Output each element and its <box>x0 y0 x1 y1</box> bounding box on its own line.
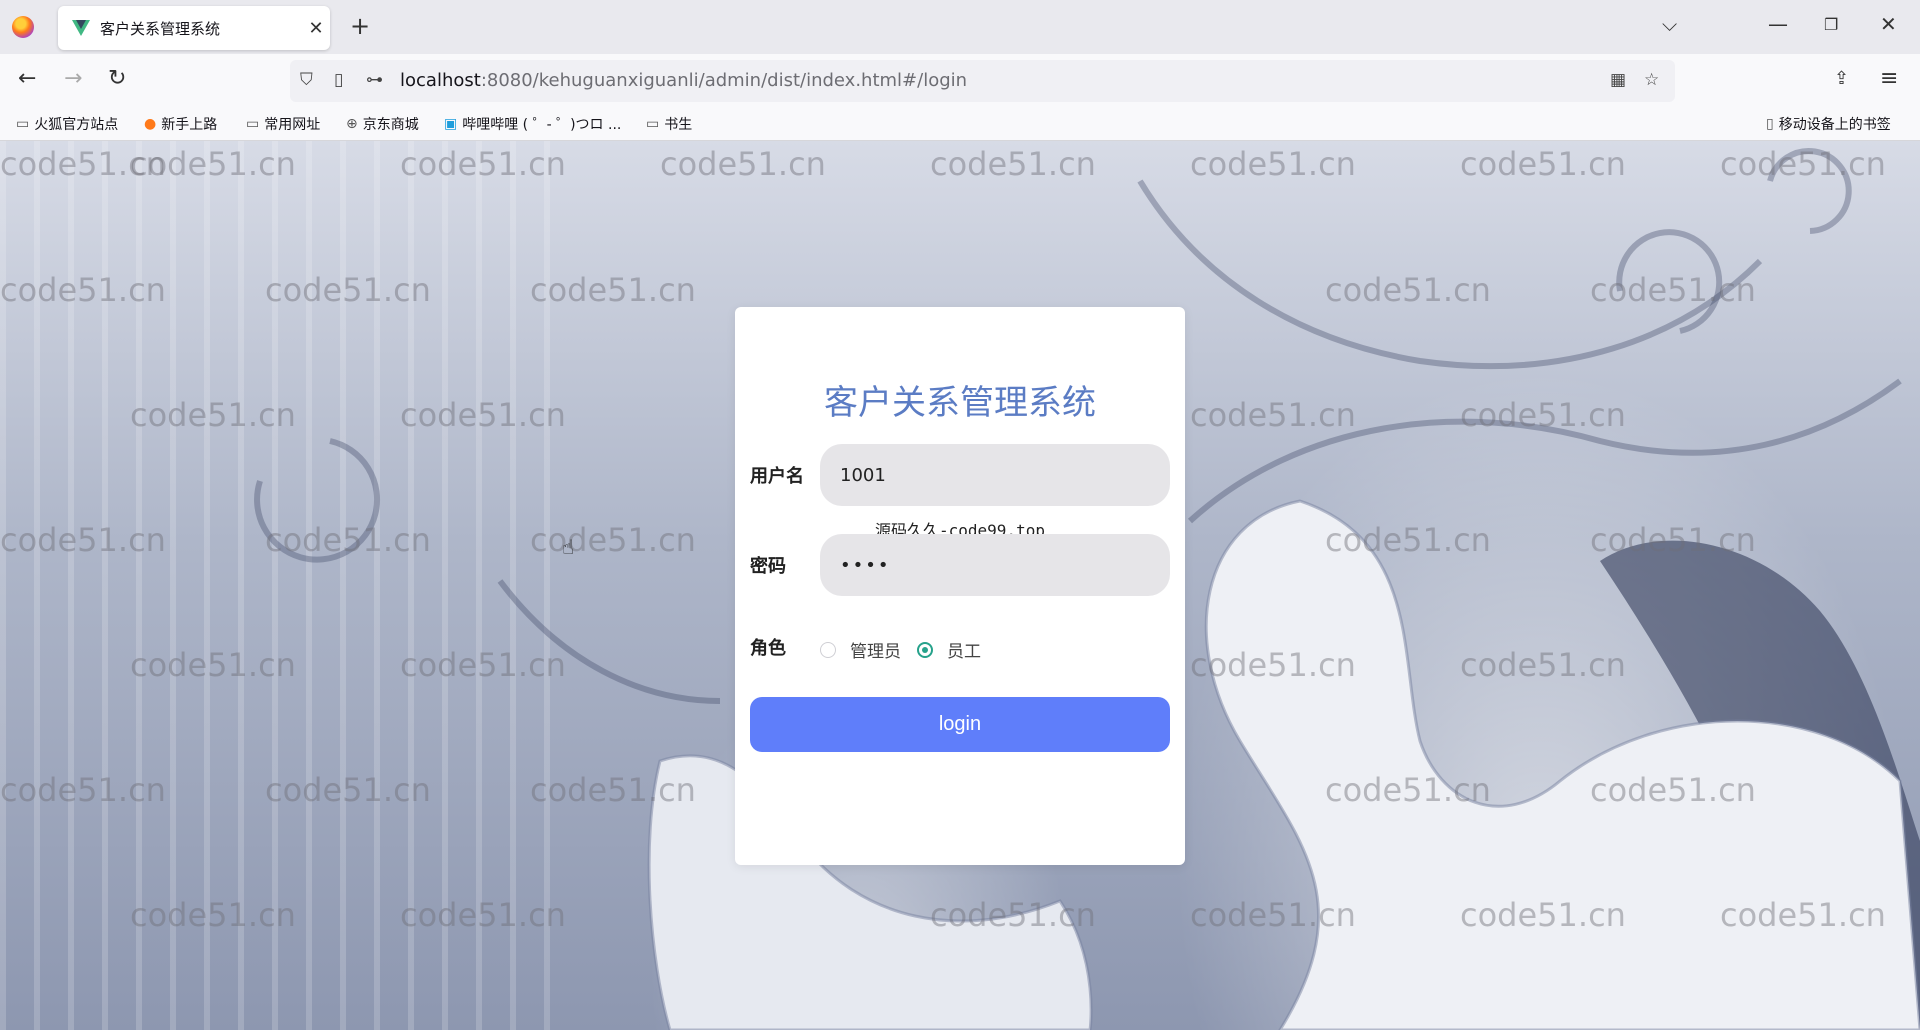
browser-tab[interactable]: 客户关系管理系统 ✕ <box>58 6 330 50</box>
back-icon[interactable]: ← <box>18 66 36 91</box>
tab-close-icon[interactable]: ✕ <box>302 18 330 39</box>
page-title: 客户关系管理系统 <box>824 383 1096 423</box>
role-label: 角色 <box>750 638 786 659</box>
key-icon[interactable]: ⊶ <box>366 70 383 90</box>
folder-icon: ▭ <box>16 116 30 132</box>
url-text[interactable]: localhost:8080/kehuguanxiguanli/admin/di… <box>400 70 967 91</box>
bookmarks-bar: ▭ 火狐官方站点 ● 新手上路 ▭ 常用网址 ⊕ 京东商城 ▣ 哔哩哔哩 ( ゜- ゜)つ… <box>0 108 1920 141</box>
login-button[interactable]: login <box>750 697 1170 752</box>
menu-icon[interactable]: ≡ <box>1880 66 1898 91</box>
bookmark-star-icon[interactable]: ☆ <box>1644 70 1659 90</box>
page-info-icon[interactable]: ▯ <box>334 70 343 90</box>
firefox-icon: ● <box>144 116 157 132</box>
extensions-icon[interactable]: ⇪ <box>1834 68 1849 89</box>
username-input[interactable] <box>820 444 1170 506</box>
reload-icon[interactable]: ↻ <box>108 66 126 91</box>
bookmark-item[interactable]: ▭ 书生 <box>646 114 692 134</box>
radio-unchecked-icon[interactable] <box>820 641 836 658</box>
bilibili-icon: ▣ <box>444 116 458 132</box>
tab-list-icon[interactable]: ⌵ <box>1662 12 1677 36</box>
role-radio-staff[interactable]: 员工 <box>917 637 981 662</box>
window-close-icon[interactable]: ✕ <box>1880 12 1897 36</box>
url-path: :8080/kehuguanxiguanli/admin/dist/index.… <box>480 70 968 91</box>
minimize-icon[interactable]: — <box>1768 12 1788 36</box>
forward-icon[interactable]: → <box>64 66 82 91</box>
nav-toolbar: ← → ↻ ⛉ ▯ ⊶ localhost:8080/kehuguanxigua… <box>0 54 1920 108</box>
mouse-pointer-icon: ☝ <box>562 535 575 559</box>
folder-icon: ▭ <box>246 116 260 132</box>
qr-code-icon[interactable]: ▦ <box>1610 70 1626 90</box>
password-input[interactable] <box>820 534 1170 596</box>
folder-icon: ▭ <box>646 116 660 132</box>
radio-checked-icon[interactable] <box>917 641 933 658</box>
tab-title: 客户关系管理系统 <box>100 19 221 38</box>
globe-icon: ⊕ <box>346 116 358 132</box>
bookmark-item[interactable]: ⊕ 京东商城 <box>346 114 419 134</box>
vue-favicon-icon <box>72 20 90 36</box>
bookmark-item[interactable]: ▭ 常用网址 <box>246 114 320 134</box>
shield-icon[interactable]: ⛉ <box>300 70 313 90</box>
address-bar[interactable]: ⛉ ▯ ⊶ localhost:8080/kehuguanxiguanli/ad… <box>290 60 1675 102</box>
mobile-bookmarks[interactable]: ▯ 移动设备上的书签 <box>1766 114 1891 134</box>
login-card: 客户关系管理系统 用户名 源码久久-code99.top 密码 角色 管理员 员… <box>735 307 1185 865</box>
new-tab-icon[interactable]: + <box>350 12 370 40</box>
bookmark-item[interactable]: ● 新手上路 <box>144 114 217 134</box>
password-label: 密码 <box>750 556 786 577</box>
firefox-icon[interactable] <box>12 16 34 38</box>
bookmark-item[interactable]: ▣ 哔哩哔哩 ( ゜- ゜)つロ ... <box>444 114 621 134</box>
restore-icon[interactable]: ❐ <box>1824 15 1838 34</box>
bookmark-item[interactable]: ▭ 火狐官方站点 <box>16 114 118 134</box>
username-label: 用户名 <box>750 466 804 487</box>
tab-bar: 客户关系管理系统 ✕ + ⌵ — ❐ ✕ <box>0 0 1920 54</box>
url-host: localhost <box>400 70 481 91</box>
phone-icon: ▯ <box>1766 116 1774 132</box>
role-radio-admin[interactable]: 管理员 <box>820 637 901 662</box>
